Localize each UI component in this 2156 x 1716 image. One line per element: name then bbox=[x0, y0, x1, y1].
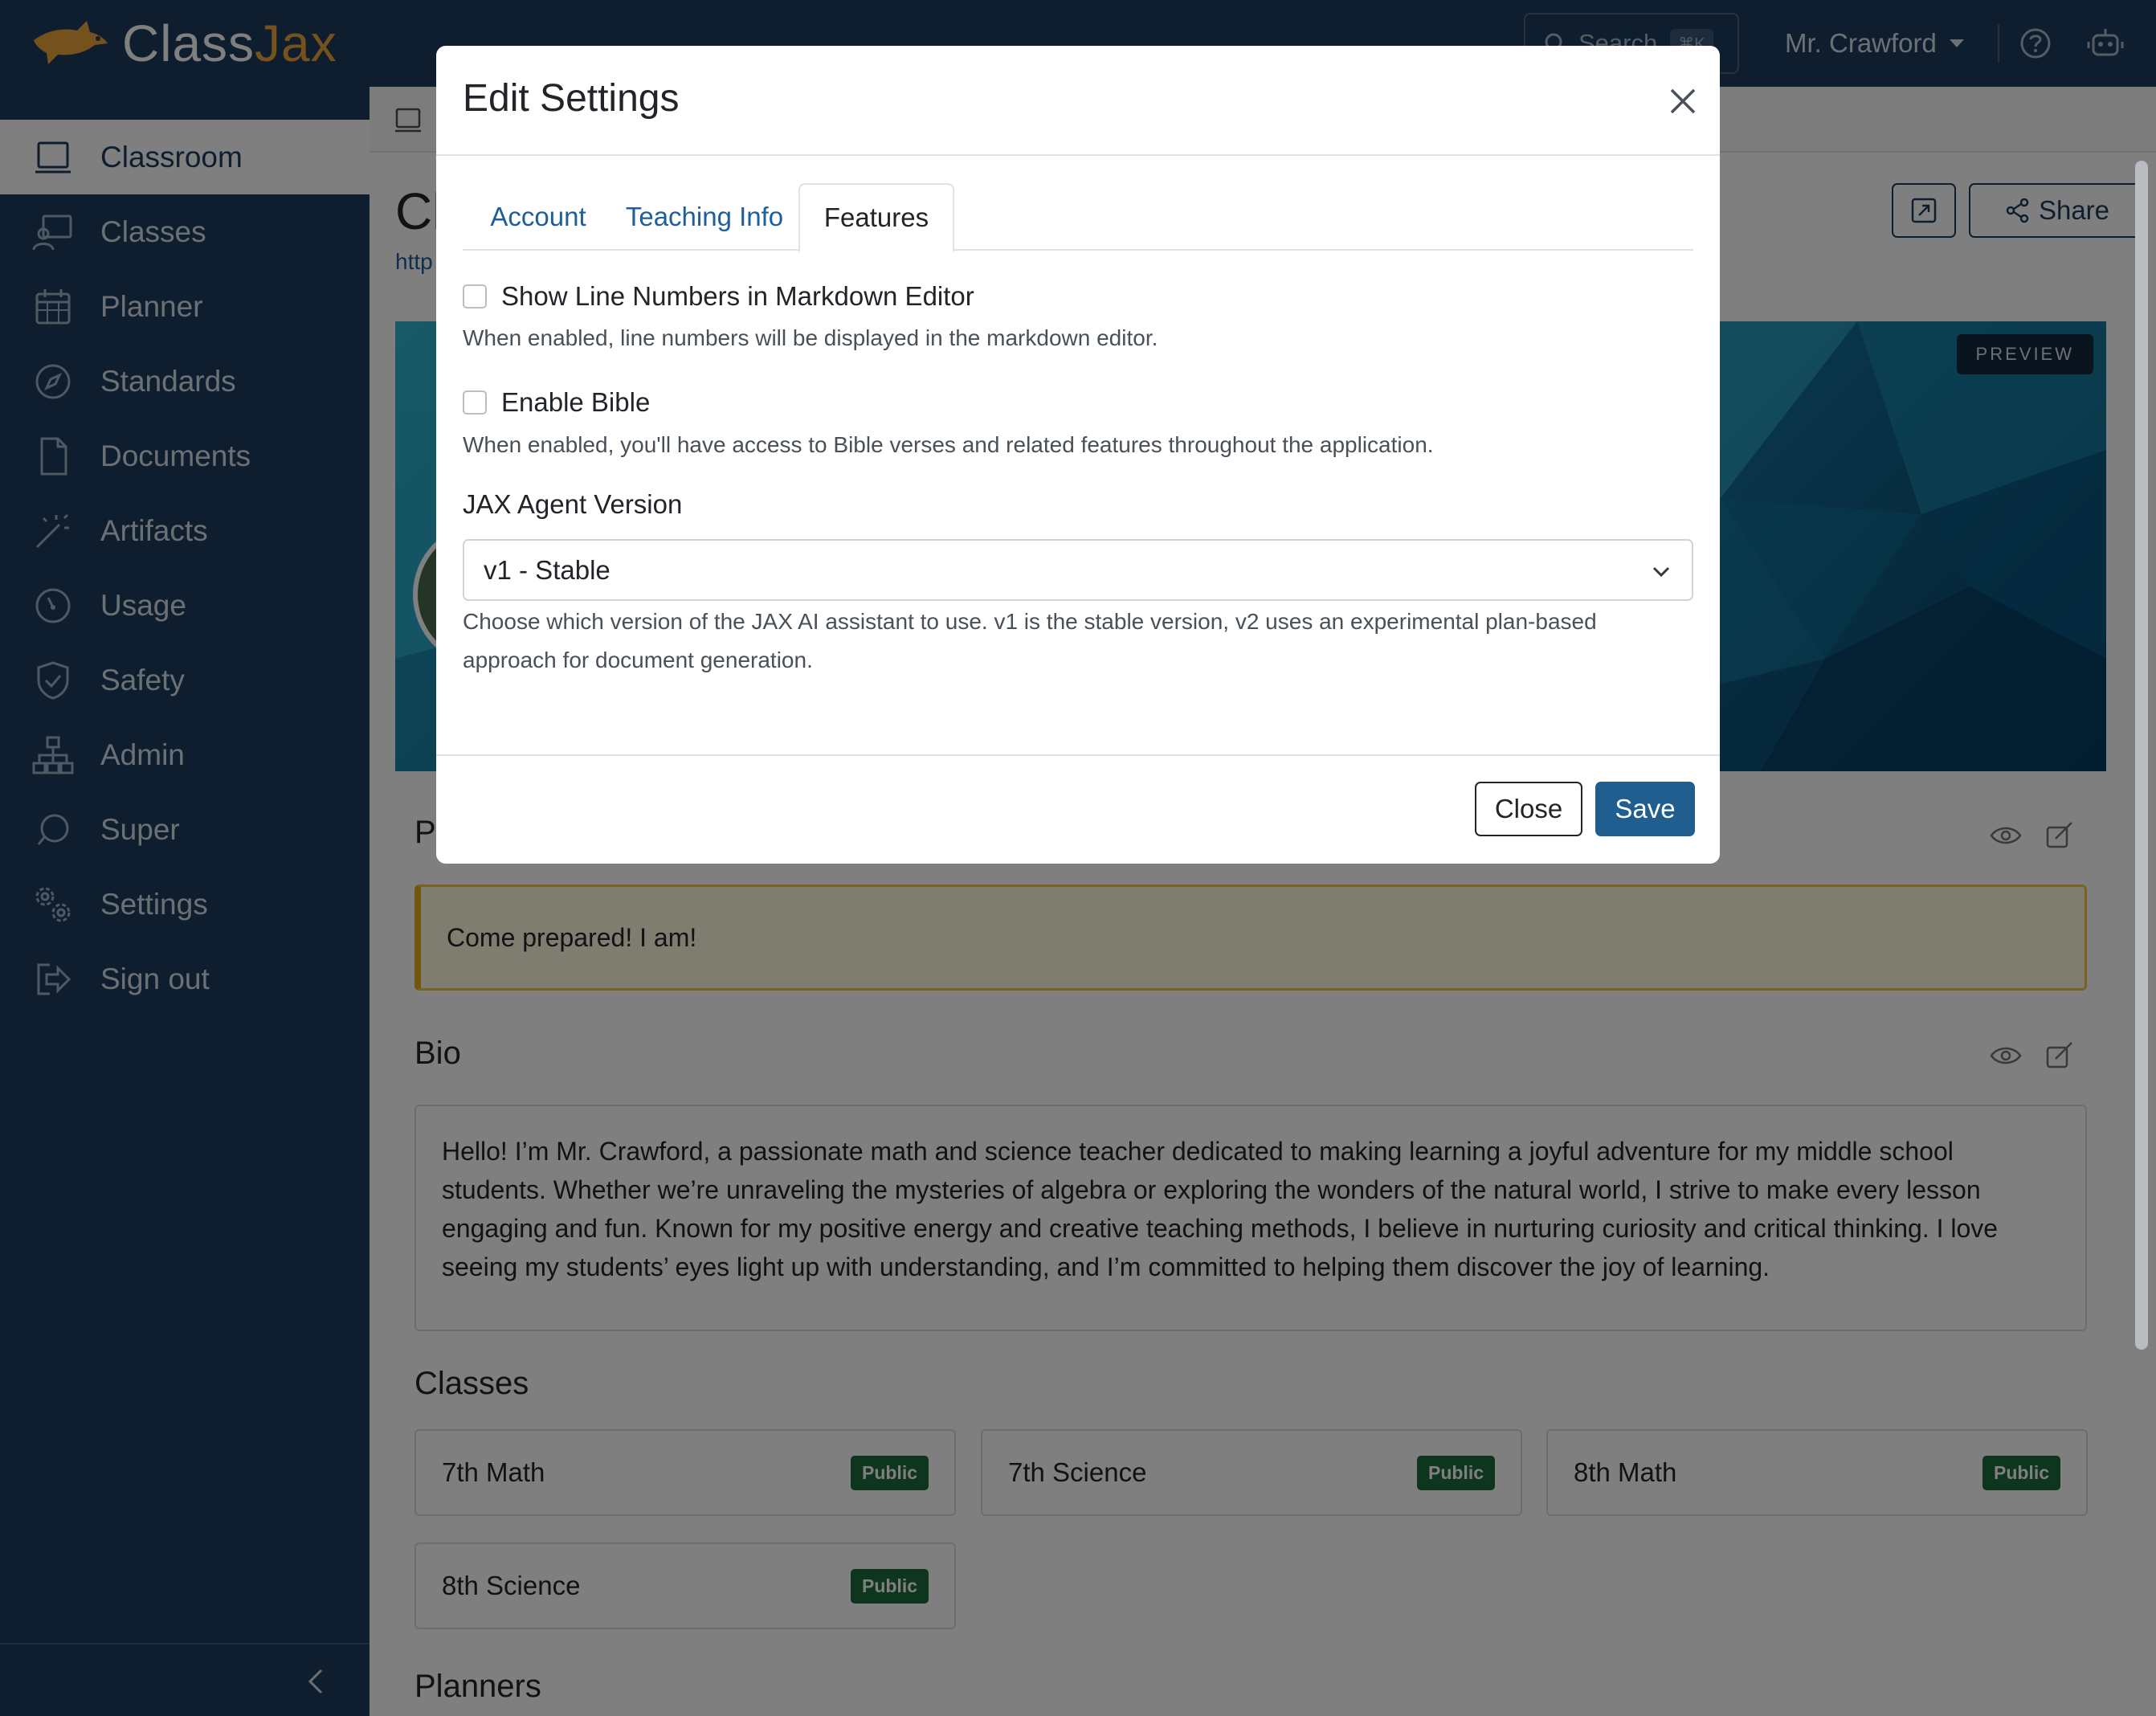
line-numbers-option[interactable]: Show Line Numbers in Markdown Editor bbox=[463, 280, 974, 313]
tab-teaching-info[interactable]: Teaching Info bbox=[614, 183, 795, 251]
edit-settings-modal: Edit Settings Account Teaching Info Feat… bbox=[436, 46, 1720, 864]
agent-version-select[interactable]: v1 - Stable bbox=[463, 539, 1693, 601]
tab-features[interactable]: Features bbox=[798, 183, 954, 252]
page-scrollbar[interactable] bbox=[2135, 161, 2148, 1350]
enable-bible-checkbox[interactable] bbox=[463, 390, 487, 415]
selected-value: v1 - Stable bbox=[484, 554, 610, 585]
tab-account[interactable]: Account bbox=[463, 183, 614, 251]
modal-title: Edit Settings bbox=[463, 77, 680, 120]
save-button[interactable]: Save bbox=[1595, 782, 1695, 836]
option-label: Enable Bible bbox=[501, 387, 651, 417]
option-help-text: When enabled, you'll have access to Bibl… bbox=[463, 432, 1434, 457]
agent-version-help: Choose which version of the JAX AI assis… bbox=[463, 609, 1597, 672]
enable-bible-option[interactable]: Enable Bible bbox=[463, 386, 650, 419]
agent-version-label: JAX Agent Version bbox=[463, 489, 683, 519]
close-button[interactable]: Close bbox=[1475, 782, 1582, 836]
option-help-text: When enabled, line numbers will be displ… bbox=[463, 325, 1158, 350]
modal-header: Edit Settings bbox=[436, 46, 1720, 156]
chevron-down-icon bbox=[1652, 566, 1670, 578]
line-numbers-checkbox[interactable] bbox=[463, 284, 487, 308]
settings-tabs: Account Teaching Info Features bbox=[463, 183, 1693, 252]
option-label: Show Line Numbers in Markdown Editor bbox=[501, 281, 974, 311]
close-icon[interactable] bbox=[1665, 84, 1701, 119]
